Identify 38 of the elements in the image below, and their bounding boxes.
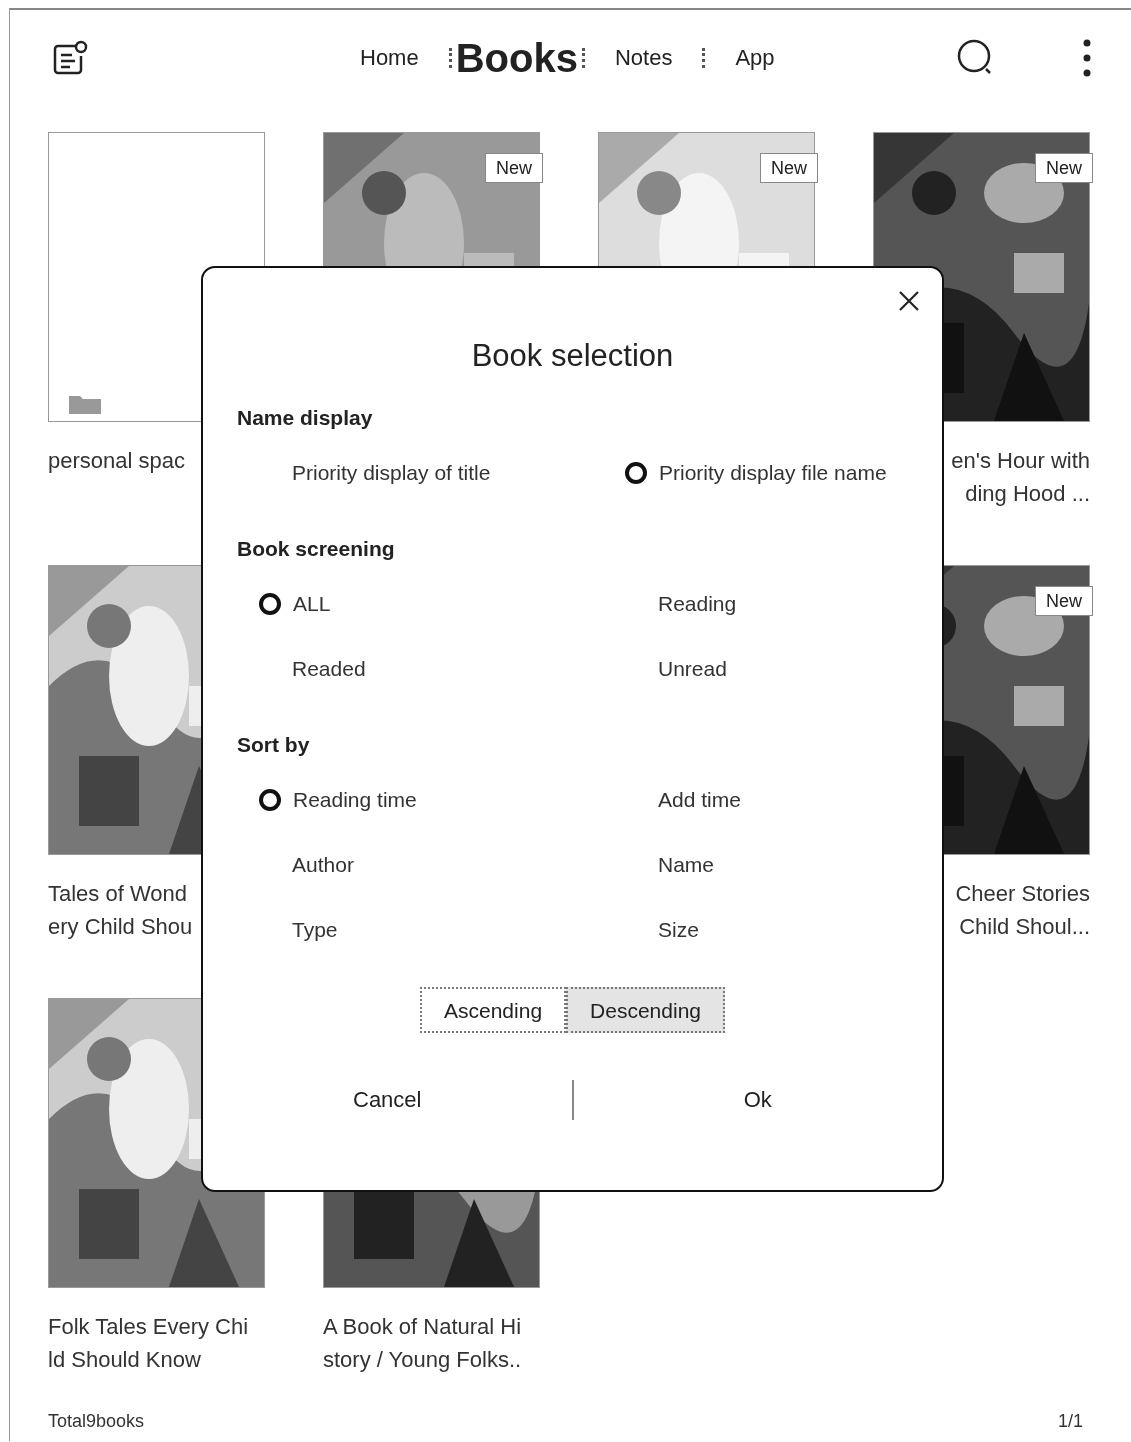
radio-option[interactable]: Priority display file name	[624, 440, 924, 505]
nav-tab[interactable]: Notes	[584, 46, 703, 69]
dialog-button[interactable]: Cancel	[203, 1075, 572, 1125]
book-title: personal spac	[48, 447, 185, 475]
section-heading: Name display	[237, 406, 374, 430]
radio-option[interactable]: Reading	[624, 571, 924, 636]
book-title: A Book of Natural Hi story / Young Folks..	[323, 1313, 522, 1374]
new-badge: New	[1035, 586, 1093, 616]
radio-option[interactable]: Size	[624, 897, 924, 962]
section-heading: Sort by	[237, 733, 311, 757]
sort-order-button[interactable]: Ascending	[420, 987, 567, 1033]
radio-option[interactable]: Unread	[624, 636, 924, 701]
radio-option[interactable]: Author	[258, 832, 624, 897]
radio-option[interactable]: Type	[258, 897, 624, 962]
book-title: en's Hour with ding Hood ...	[951, 447, 1090, 508]
book-title: Folk Tales Every Chi ld Should Know	[48, 1313, 249, 1374]
book-title: Cheer Stories Child Shoul...	[955, 880, 1090, 941]
sort-order-button[interactable]: Descending	[566, 987, 725, 1033]
nav-tab[interactable]: App	[705, 46, 805, 69]
radio-option[interactable]: Add time	[624, 767, 924, 832]
radio-option[interactable]: Name	[624, 832, 924, 897]
section-heading: Book screening	[237, 537, 396, 561]
radio-option[interactable]: Priority display of title	[258, 440, 624, 505]
radio-option[interactable]: ALL	[258, 571, 624, 636]
dialog-title: Book selection	[470, 338, 675, 374]
nav-tab[interactable]: Home	[330, 46, 449, 69]
new-badge: New	[760, 153, 818, 183]
folder-icon	[67, 393, 103, 415]
page-indicator: 1/1	[1057, 1410, 1083, 1432]
radio-option[interactable]: Readed	[258, 636, 624, 701]
radio-option[interactable]: Reading time	[258, 767, 624, 832]
more-icon[interactable]	[1083, 38, 1091, 77]
book-count: Total9books	[48, 1410, 145, 1432]
dialog-button[interactable]: Ok	[573, 1075, 942, 1125]
book-title: Tales of Wond ery Child Shou	[48, 880, 193, 941]
new-badge: New	[1035, 153, 1093, 183]
new-badge: New	[485, 153, 543, 183]
nav-tab[interactable]: Books	[451, 37, 582, 78]
